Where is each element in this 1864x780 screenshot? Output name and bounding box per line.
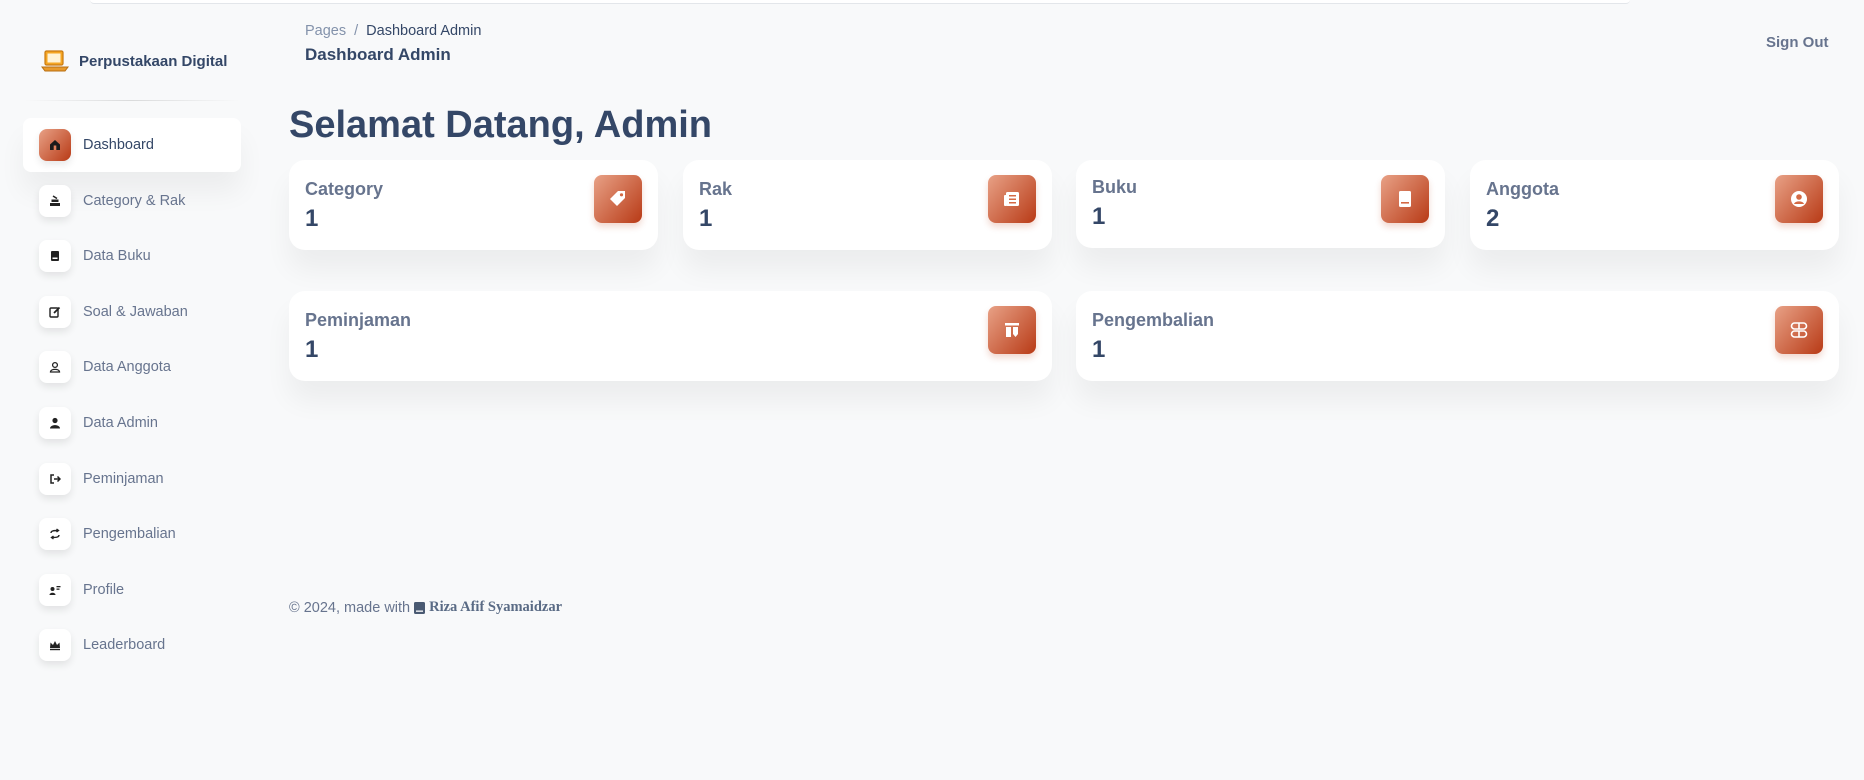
- divider: [24, 100, 240, 101]
- sidebar-item-label: Data Buku: [83, 248, 151, 265]
- sidebar-item-label: Soal & Jawaban: [83, 303, 188, 320]
- sidebar-item-label: Profile: [83, 581, 125, 598]
- profile-icon: [39, 573, 71, 606]
- home-icon: [39, 129, 71, 161]
- stat-label: Category: [305, 179, 384, 199]
- refresh-icon: [39, 518, 71, 551]
- sidebar-item-label: Data Admin: [83, 414, 158, 431]
- sign-out-icon: [39, 462, 71, 495]
- stat-value: 1: [305, 336, 319, 363]
- breadcrumb-current: Dashboard Admin: [366, 23, 482, 39]
- sidebar-item-label: Leaderboard: [83, 637, 166, 654]
- stat-card-anggota[interactable]: Anggota 2: [1470, 160, 1839, 250]
- sidebar-item-category-rak[interactable]: Category & Rak: [23, 174, 241, 228]
- sidebar-item-dashboard[interactable]: Dashboard: [23, 118, 241, 172]
- crown-icon: [39, 629, 71, 662]
- book-icon: [1381, 175, 1429, 223]
- breadcrumb-separator: /: [354, 23, 359, 39]
- sidebar-item-peminjaman[interactable]: Peminjaman: [23, 452, 241, 506]
- breadcrumb-root[interactable]: Pages: [305, 23, 346, 39]
- welcome-heading: Selamat Datang, Admin: [289, 104, 713, 146]
- sidebar-item-label: Data Anggota: [83, 359, 171, 376]
- stat-card-category[interactable]: Category 1: [289, 160, 658, 250]
- sidebar: Perpustakaan Digital Dashboard Category …: [0, 0, 265, 780]
- book-icon: [39, 240, 71, 273]
- stat-card-rak[interactable]: Rak 1: [683, 160, 1052, 250]
- sidebar-item-data-anggota[interactable]: Data Anggota: [23, 340, 241, 394]
- stat-label: Peminjaman: [305, 310, 412, 330]
- stat-value: 1: [699, 205, 713, 232]
- stat-value: 1: [305, 205, 319, 232]
- tag-icon: [594, 175, 642, 223]
- stat-card-buku[interactable]: Buku 1: [1076, 160, 1445, 248]
- top-bar-edge: [90, 0, 1630, 4]
- page-title: Dashboard Admin: [305, 45, 451, 64]
- laptop-icon: [40, 48, 70, 74]
- sidebar-item-label: Pengembalian: [83, 526, 176, 543]
- stat-card-pengembalian[interactable]: Pengembalian 1: [1076, 291, 1839, 381]
- stat-label: Rak: [699, 179, 733, 199]
- breadcrumb: Pages / Dashboard Admin: [305, 23, 481, 39]
- sidebar-item-soal-jawaban[interactable]: Soal & Jawaban: [23, 285, 241, 339]
- columns-icon: [988, 306, 1036, 354]
- sidebar-item-label: Dashboard: [83, 137, 154, 153]
- user-outline-icon: [39, 351, 71, 384]
- sidebar-item-label: Peminjaman: [83, 470, 164, 487]
- stat-card-peminjaman[interactable]: Peminjaman 1: [289, 291, 1052, 381]
- sidebar-item-label: Category & Rak: [83, 192, 186, 209]
- stat-value: 2: [1486, 205, 1500, 232]
- grid-icon: [1775, 306, 1823, 354]
- sidebar-item-data-buku[interactable]: Data Buku: [23, 229, 241, 283]
- category-icon: [39, 184, 71, 217]
- stat-label: Buku: [1092, 177, 1137, 197]
- sign-out-button[interactable]: Sign Out: [1766, 34, 1829, 51]
- sidebar-item-pengembalian[interactable]: Pengembalian: [23, 507, 241, 561]
- sidebar-item-data-admin[interactable]: Data Admin: [23, 396, 241, 450]
- footer: © 2024, made with Riza Afif Syamaidzar: [289, 599, 562, 616]
- user-icon: [39, 406, 71, 439]
- brand[interactable]: Perpustakaan Digital: [40, 46, 227, 76]
- book-icon: [413, 601, 426, 615]
- sidebar-item-profile[interactable]: Profile: [23, 563, 241, 617]
- stat-value: 1: [1092, 336, 1106, 363]
- newspaper-icon: [988, 175, 1036, 223]
- stat-value: 1: [1092, 203, 1106, 230]
- stat-label: Pengembalian: [1092, 310, 1215, 330]
- user-circle-icon: [1775, 175, 1823, 223]
- stat-label: Anggota: [1486, 179, 1559, 199]
- brand-name: Perpustakaan Digital: [79, 52, 228, 70]
- footer-text: © 2024, made with: [289, 599, 411, 616]
- sidebar-item-leaderboard[interactable]: Leaderboard: [23, 618, 241, 672]
- sidebar-nav: Dashboard Category & Rak Data Buku Soal …: [23, 118, 241, 674]
- edit-icon: [39, 295, 71, 328]
- footer-author-link[interactable]: Riza Afif Syamaidzar: [429, 599, 562, 616]
